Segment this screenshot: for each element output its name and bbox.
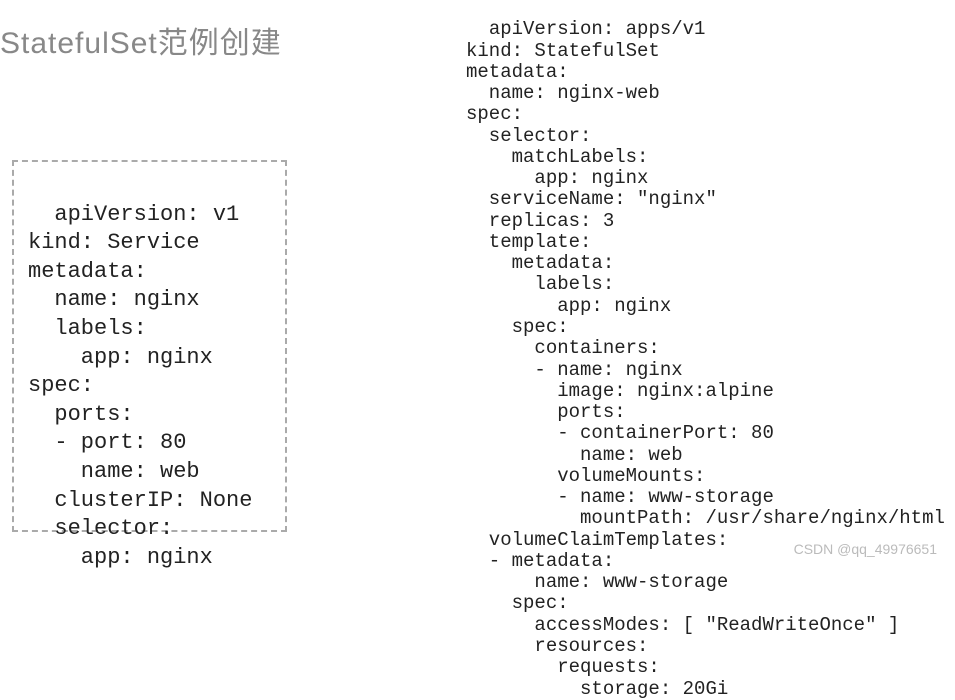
- statefulset-yaml-code: apiVersion: apps/v1 kind: StatefulSet me…: [466, 18, 945, 699]
- page-heading: StatefulSet范例创建: [0, 18, 282, 62]
- watermark-text: CSDN @qq_49976651: [794, 541, 937, 557]
- service-yaml-code: apiVersion: v1 kind: Service metadata: n…: [28, 202, 252, 570]
- statefulset-yaml-box: apiVersion: apps/v1 kind: StatefulSet me…: [466, 0, 954, 700]
- service-yaml-box: apiVersion: v1 kind: Service metadata: n…: [12, 160, 287, 532]
